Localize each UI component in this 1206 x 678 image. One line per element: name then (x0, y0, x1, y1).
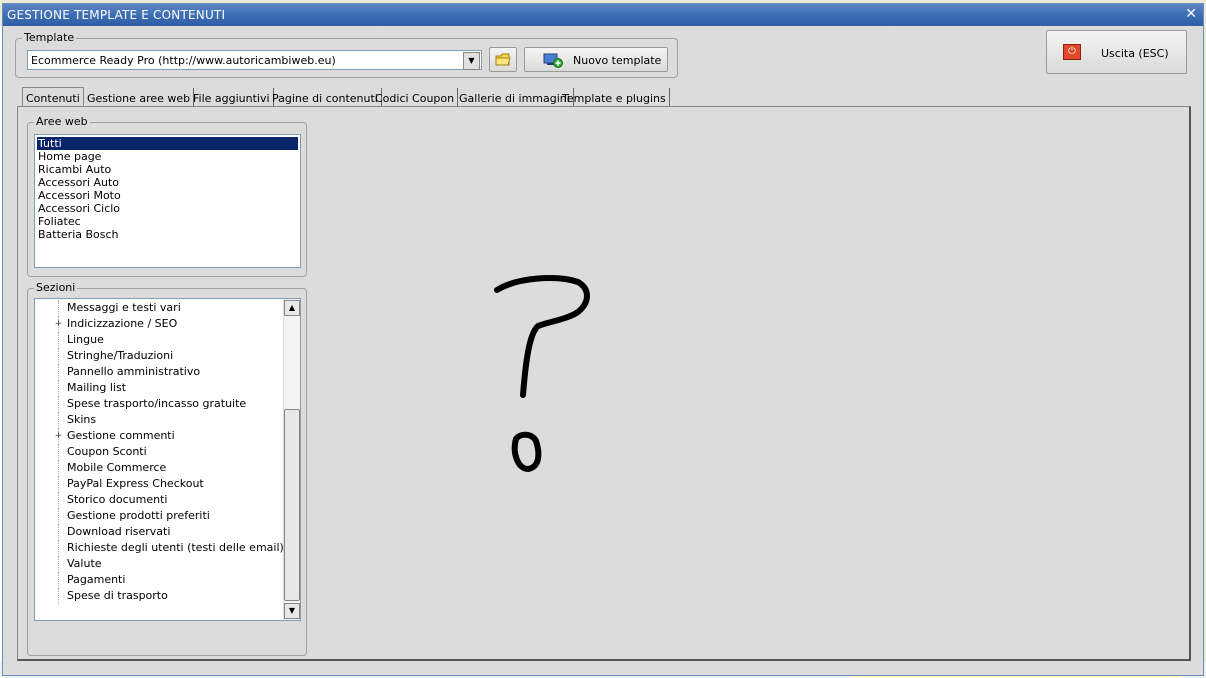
tab-gestione-aree-web[interactable]: Gestione aree web (84, 88, 195, 108)
expand-icon[interactable]: + (54, 320, 63, 329)
tree-connector (58, 460, 60, 476)
sezioni-tree-item[interactable]: Stringhe/Traduzioni (67, 348, 173, 364)
aree-web-item[interactable]: Foliatec (37, 215, 81, 228)
aree-web-legend: Aree web (34, 115, 90, 128)
aree-web-item[interactable]: Home page (37, 150, 101, 163)
exit-label: Uscita (ESC) (1101, 47, 1169, 60)
aree-web-item[interactable]: Tutti (37, 137, 298, 150)
sezioni-tree-item[interactable]: Coupon Sconti (67, 444, 147, 460)
sezioni-tree-item[interactable]: Gestione commenti (67, 428, 175, 444)
sezioni-scrollbar[interactable]: ▲ ▼ (283, 299, 300, 620)
contenuti-panel: Aree web Tutti Home page Ricambi Auto Acces… (17, 106, 1191, 661)
window-title: GESTIONE TEMPLATE E CONTENUTI (7, 8, 226, 22)
template-select-value: Ecommerce Ready Pro (http://www.autorica… (31, 54, 336, 67)
add-template-icon (543, 53, 563, 68)
aree-web-item[interactable]: Accessori Auto (37, 176, 119, 189)
sezioni-tree-item[interactable]: Download riservati (67, 524, 170, 540)
scroll-up-icon[interactable]: ▲ (284, 300, 300, 316)
tab-bar: Contenuti Gestione aree web File aggiunt… (17, 87, 677, 109)
sezioni-legend: Sezioni (34, 281, 78, 294)
aree-web-list[interactable]: Tutti Home page Ricambi Auto Accessori Auto… (34, 134, 301, 268)
tab-template-e-plugins[interactable]: Template e plugins (559, 88, 670, 108)
sezioni-tree-item[interactable]: Skins (67, 412, 96, 428)
new-template-button[interactable]: Nuovo template (524, 47, 668, 72)
sezioni-tree-item[interactable]: Gestione prodotti preferiti (67, 508, 210, 524)
sezioni-tree-item[interactable]: Spese di trasporto (67, 588, 168, 604)
new-template-label: Nuovo template (573, 54, 662, 67)
sezioni-tree-item[interactable]: Lingue (67, 332, 104, 348)
tree-connector (58, 588, 60, 604)
power-icon: ⏻ (1063, 44, 1081, 60)
tree-connector (58, 540, 60, 556)
open-folder-button[interactable] (489, 47, 517, 72)
chevron-down-icon[interactable]: ▼ (463, 52, 480, 70)
sezioni-tree-item[interactable]: Pagamenti (67, 572, 125, 588)
sezioni-tree-item[interactable]: Storico documenti (67, 492, 167, 508)
tree-connector (58, 380, 60, 396)
tree-connector (58, 332, 60, 348)
tree-connector (58, 364, 60, 380)
sezioni-tree-item[interactable]: Valute (67, 556, 102, 572)
question-mark-drawing-icon (494, 275, 590, 472)
sezioni-tree-item[interactable]: Indicizzazione / SEO (67, 316, 177, 332)
template-select[interactable]: Ecommerce Ready Pro (http://www.autorica… (27, 50, 482, 70)
tab-codici-coupon[interactable]: Codici Coupon (372, 88, 459, 108)
close-icon[interactable]: ✕ (1185, 6, 1197, 22)
tree-connector (58, 572, 60, 588)
sezioni-tree-item[interactable]: Pannello amministrativo (67, 364, 200, 380)
sezioni-tree-item[interactable]: PayPal Express Checkout (67, 476, 204, 492)
template-window: GESTIONE TEMPLATE E CONTENUTI ✕ Template… (2, 3, 1204, 676)
aree-web-item[interactable]: Ricambi Auto (37, 163, 111, 176)
tree-connector (58, 476, 60, 492)
tree-connector (58, 556, 60, 572)
sezioni-tree-item[interactable]: Richieste degli utenti (testi delle emai… (67, 540, 284, 556)
tree-connector (58, 412, 60, 428)
tab-pagine-di-contenuti[interactable]: Pagine di contenuti (269, 88, 382, 108)
sezioni-tree[interactable]: ▲ ▼ Messaggi e testi vari + Indicizzazione… (34, 298, 301, 621)
tab-gallerie-di-immagini[interactable]: Gallerie di immagini (456, 88, 574, 108)
scroll-thumb[interactable] (284, 409, 300, 601)
tab-file-aggiuntivi[interactable]: File aggiuntivi (190, 88, 274, 108)
tree-connector (58, 492, 60, 508)
folder-icon (495, 53, 511, 66)
tree-connector (58, 524, 60, 540)
aree-web-item[interactable]: Batteria Bosch (37, 228, 119, 241)
sezioni-tree-item[interactable]: Mailing list (67, 380, 126, 396)
sezioni-tree-item[interactable]: Spese trasporto/incasso gratuite (67, 396, 246, 412)
tree-connector (58, 348, 60, 364)
sezioni-tree-item[interactable]: Mobile Commerce (67, 460, 166, 476)
aree-web-item[interactable]: Accessori Moto (37, 189, 121, 202)
exit-button[interactable]: ⏻ Uscita (ESC) (1046, 30, 1187, 74)
tree-connector (58, 396, 60, 412)
aree-web-item[interactable]: Accessori Ciclo (37, 202, 120, 215)
title-bar[interactable]: GESTIONE TEMPLATE E CONTENUTI ✕ (3, 4, 1203, 26)
sezioni-tree-item[interactable]: Messaggi e testi vari (67, 300, 181, 316)
tree-connector (58, 444, 60, 460)
template-legend: Template (22, 31, 77, 44)
tree-connector (58, 508, 60, 524)
expand-icon[interactable]: + (54, 432, 63, 441)
tree-connector (58, 300, 60, 316)
scroll-down-icon[interactable]: ▼ (284, 603, 300, 619)
